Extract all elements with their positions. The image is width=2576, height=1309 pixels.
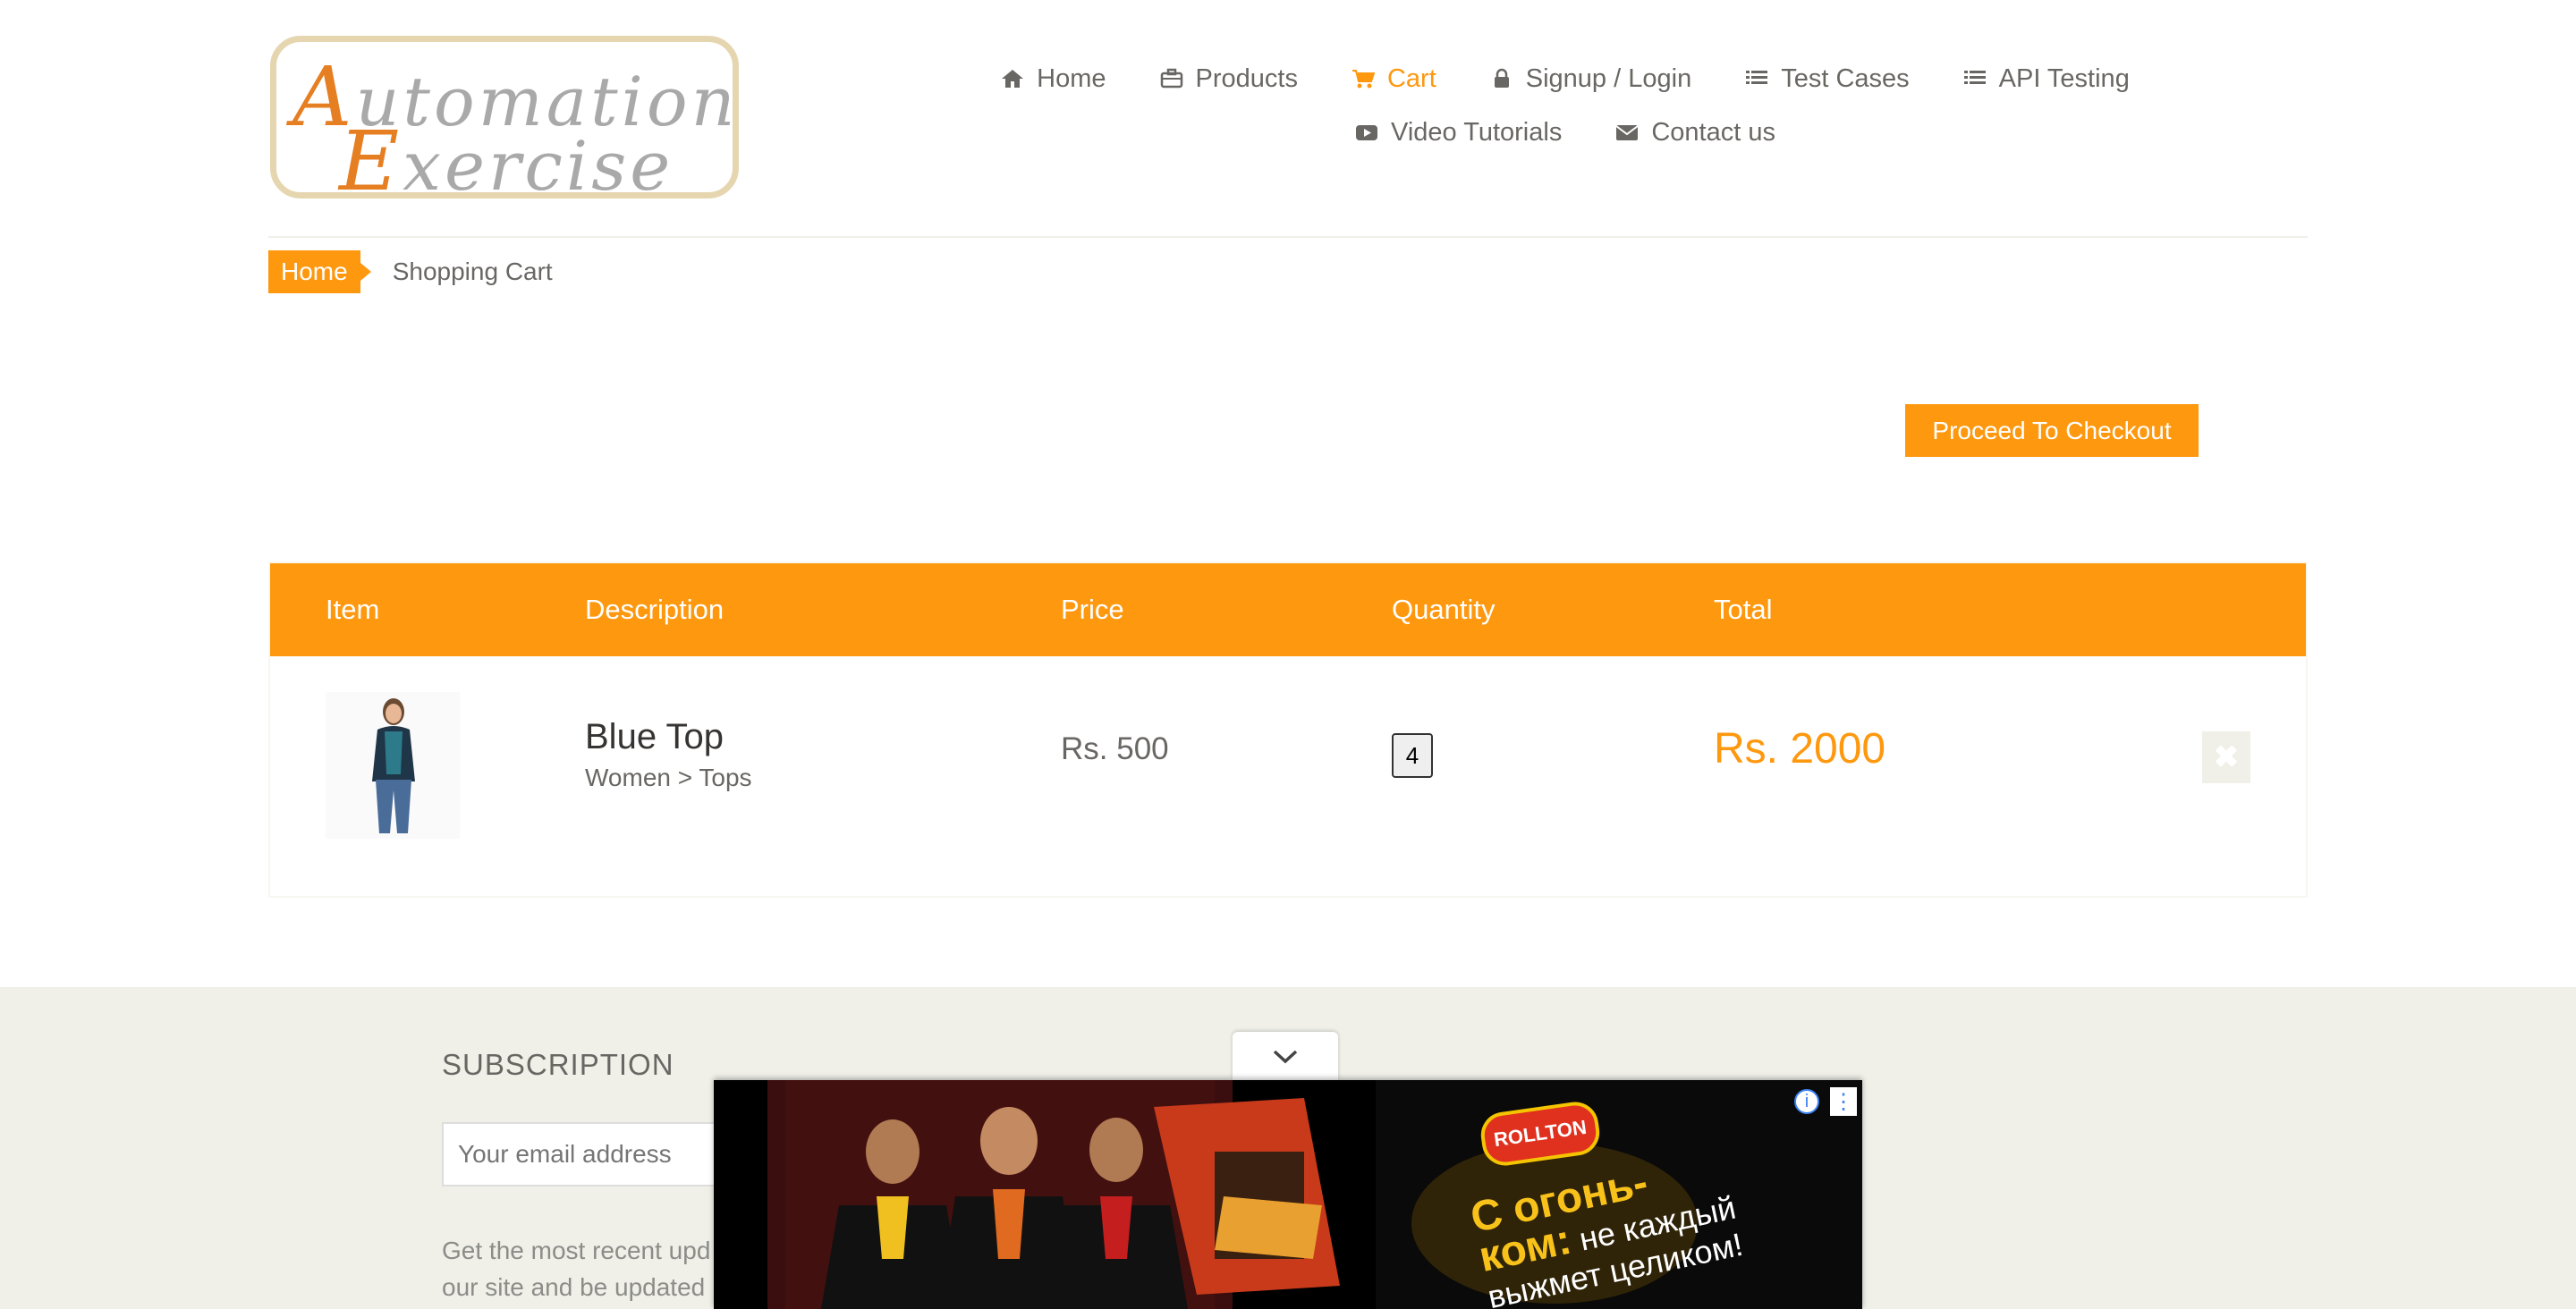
header-item: Item	[326, 594, 380, 625]
list-icon	[1746, 71, 1768, 84]
ad-collapse-tab[interactable]	[1233, 1032, 1338, 1080]
cart-table: Item Description Price Quantity Total Bl…	[268, 562, 2308, 898]
ad-banner[interactable]: ROLLTON С огонь- ком: не каждый выжмет ц…	[714, 1080, 1862, 1309]
nav-home[interactable]: Home	[1001, 64, 1106, 94]
nav-cart[interactable]: Cart	[1352, 64, 1436, 94]
chevron-down-icon	[1273, 1050, 1298, 1064]
cart-table-header: Item Description Price Quantity Total	[270, 563, 2306, 656]
nav-signup-login[interactable]: Signup / Login	[1490, 64, 1691, 94]
nav-row-1: Home Products Cart Signup / Login Test C…	[984, 52, 2147, 106]
breadcrumb: Home Shopping Cart	[268, 250, 553, 293]
header-total: Total	[1714, 594, 1773, 625]
info-icon[interactable]: i	[1794, 1089, 1819, 1114]
logo-line-2: Exercise	[339, 114, 674, 209]
main-nav: Home Products Cart Signup / Login Test C…	[984, 52, 2147, 159]
nav-home-label: Home	[1037, 63, 1106, 93]
nav-contact-us[interactable]: Contact us	[1615, 118, 1775, 148]
envelope-icon	[1615, 125, 1639, 140]
list-icon	[1963, 71, 1986, 84]
nav-products-label: Products	[1195, 63, 1298, 93]
nav-products[interactable]: Products	[1160, 64, 1298, 94]
header-divider	[268, 236, 2308, 238]
nav-cart-label: Cart	[1386, 63, 1436, 93]
header-description: Description	[585, 594, 724, 625]
nav-video-label: Video Tutorials	[1391, 117, 1563, 147]
product-total: Rs. 2000	[1714, 725, 1886, 773]
subscription-title: SUBSCRIPTION	[442, 1048, 674, 1081]
youtube-icon	[1356, 125, 1378, 140]
nav-test-cases[interactable]: Test Cases	[1745, 63, 1910, 94]
product-category: Women > Tops	[585, 764, 752, 791]
product-name[interactable]: Blue Top	[585, 717, 724, 757]
cart-icon	[1352, 70, 1375, 89]
nav-signup-label: Signup / Login	[1525, 63, 1692, 93]
nav-api-testing-label: API Testing	[1998, 63, 2130, 93]
nav-contact-label: Contact us	[1651, 117, 1775, 147]
logo-line-2-text: xercise	[402, 126, 674, 206]
nav-test-cases-label: Test Cases	[1781, 63, 1910, 93]
breadcrumb-current: Shopping Cart	[392, 258, 553, 285]
more-vert-icon[interactable]: ⋮	[1830, 1087, 1857, 1116]
nav-row-2: Video Tutorials Contact us	[984, 106, 2147, 159]
proceed-to-checkout-button[interactable]: Proceed To Checkout	[1905, 404, 2199, 457]
quantity-field[interactable]: 4	[1392, 733, 1433, 778]
site-logo[interactable]: Automation Exercise	[270, 36, 739, 209]
briefcase-icon	[1160, 68, 1182, 89]
home-icon	[1002, 70, 1024, 88]
nav-video-tutorials[interactable]: Video Tutorials	[1355, 118, 1562, 148]
delete-item-button[interactable]: ✖	[2202, 731, 2250, 783]
lock-icon	[1494, 68, 1509, 88]
header-quantity: Quantity	[1392, 594, 1496, 625]
product-image[interactable]	[326, 692, 460, 839]
nav-api-testing[interactable]: API Testing	[1963, 64, 2130, 94]
close-icon: ✖	[2213, 740, 2240, 774]
header-price: Price	[1061, 594, 1124, 625]
breadcrumb-home[interactable]: Home	[268, 250, 371, 293]
product-price: Rs. 500	[1061, 731, 1169, 766]
